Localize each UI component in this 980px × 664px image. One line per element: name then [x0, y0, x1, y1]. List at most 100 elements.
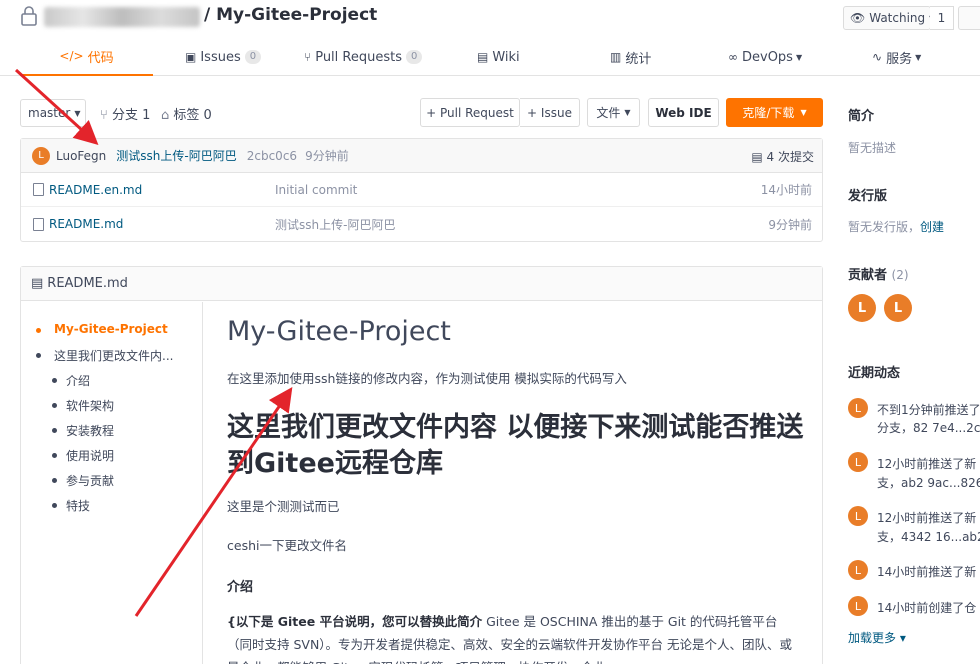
tab-stats[interactable]: ▥ 统计: [610, 38, 651, 76]
file-name[interactable]: README.md: [49, 217, 269, 231]
toc-item[interactable]: 介绍: [66, 372, 90, 389]
chevron-down-icon: ▼: [795, 52, 803, 62]
tab-wiki[interactable]: ▤ Wiki: [477, 38, 520, 76]
clone-download-button[interactable]: 克隆/下载 ▼: [726, 98, 823, 127]
readme-paragraph: {以下是 Gitee 平台说明，您可以替换此简介 Gitee 是 OSCHINA…: [227, 610, 799, 664]
watch-label: Watching: [869, 11, 926, 25]
avatar[interactable]: L: [884, 294, 912, 322]
eye-icon: 👁: [850, 11, 866, 25]
avatar[interactable]: L: [848, 560, 868, 580]
toc-item[interactable]: My-Gitee-Project: [54, 322, 168, 336]
toc-item[interactable]: 这里我们更改文件内...: [54, 347, 173, 364]
issues-icon: ▣: [185, 50, 197, 64]
file-name[interactable]: README.en.md: [49, 183, 269, 197]
file-icon: [33, 217, 44, 231]
tab-devops-label: DevOps: [742, 49, 793, 65]
tab-services[interactable]: ∿ 服务 ▼: [872, 38, 921, 76]
file-commit-message[interactable]: Initial commit: [275, 183, 357, 197]
new-pull-request-button[interactable]: + Pull Request: [420, 98, 520, 127]
release-empty-text: 暂无发行版，: [848, 220, 921, 234]
commit-count-link[interactable]: ▤ 4 次提交: [751, 148, 814, 165]
bullet-icon: [52, 478, 57, 483]
toc-item[interactable]: 特技: [66, 497, 90, 514]
file-row[interactable]: README.en.md Initial commit 14小时前: [21, 173, 822, 207]
repo-title[interactable]: / My-Gitee-Project: [204, 5, 377, 25]
watch-button[interactable]: 👁 Watching ▼: [843, 6, 935, 30]
activity-text[interactable]: 14小时前创建了仓: [877, 599, 976, 616]
tab-services-label: 服务: [886, 51, 913, 67]
contributors-label: 贡献者: [848, 268, 888, 283]
commit-message[interactable]: 测试ssh上传-阿巴阿巴: [116, 147, 236, 164]
readme-header: ▤ README.md: [21, 267, 822, 301]
lock-icon: [21, 6, 37, 26]
bullet-icon: [36, 353, 41, 358]
activity-text[interactable]: 支，ab2 9ac...826: [877, 474, 980, 491]
file-time: 9分钟前: [768, 217, 812, 232]
tab-code-label: 代码: [87, 50, 114, 66]
tab-issues[interactable]: ▣ Issues 0: [185, 38, 262, 76]
activity-text[interactable]: 分支，82 7e4...2c: [877, 419, 980, 436]
toc-item[interactable]: 使用说明: [66, 447, 114, 464]
tab-issues-label: Issues: [200, 49, 241, 65]
tab-pull-requests-label: Pull Requests: [315, 49, 402, 65]
tab-wiki-label: Wiki: [492, 49, 520, 65]
bullet-icon: [52, 453, 57, 458]
file-list: L LuoFegn 测试ssh上传-阿巴阿巴 2cbc0c6 9分钟前 ▤ 4 …: [20, 138, 823, 242]
commit-author[interactable]: LuoFegn: [56, 149, 106, 163]
branch-icon: ⑂: [100, 108, 108, 123]
repo-nav: </> 代码 ▣ Issues 0 ⑂ Pull Requests 0 ▤ Wi…: [0, 38, 980, 76]
tags-link[interactable]: ⌂ 标签 0: [161, 104, 212, 123]
branch-select[interactable]: master ▼: [20, 99, 86, 127]
intro-text: 暂无描述: [848, 141, 897, 155]
toc-item[interactable]: 参与贡献: [66, 472, 114, 489]
watch-count[interactable]: 1: [930, 6, 954, 30]
document-icon: ▤: [751, 150, 763, 164]
readme-heading: My-Gitee-Project: [227, 316, 451, 347]
readme-paragraph: 这里是个测测试而已: [227, 499, 340, 514]
branches-link[interactable]: ⑂ 分支 1: [100, 104, 150, 123]
avatar[interactable]: L: [848, 596, 868, 616]
new-issue-button[interactable]: + Issue: [520, 98, 580, 127]
activity-text[interactable]: 14小时前推送了新: [877, 563, 976, 580]
toc-item[interactable]: 软件架构: [66, 397, 114, 414]
web-ide-button[interactable]: Web IDE: [648, 98, 719, 127]
bullet-icon: [52, 503, 57, 508]
owner-name-blurred[interactable]: [44, 7, 200, 27]
chevron-down-icon: ▼: [915, 52, 922, 62]
commit-hash[interactable]: 2cbc0c6: [247, 149, 297, 163]
load-more-link[interactable]: 加载更多 ▾: [848, 629, 906, 646]
readme-paragraph: 在这里添加使用ssh链接的修改内容，作为测试使用 模拟实际的代码写入: [227, 371, 627, 386]
avatar[interactable]: L: [848, 398, 868, 418]
bullet-icon: [52, 428, 57, 433]
file-row[interactable]: README.md 测试ssh上传-阿巴阿巴 9分钟前: [21, 207, 822, 241]
issues-count-badge: 0: [244, 50, 262, 64]
intro-title: 简介: [848, 109, 875, 124]
toc-item[interactable]: 安装教程: [66, 422, 114, 439]
activity-text[interactable]: 12小时前推送了新: [877, 509, 976, 526]
branch-select-label: master: [28, 106, 71, 120]
star-button[interactable]: [958, 6, 980, 30]
avatar[interactable]: L: [32, 146, 50, 165]
bullet-icon: [52, 403, 57, 408]
activity-text[interactable]: 支，4342 16...ab2: [877, 528, 980, 545]
file-icon: [33, 183, 44, 196]
readme-subheading: 这里我们更改文件内容 以便接下来测试能否推送到Gitee远程仓库: [227, 412, 804, 479]
tab-devops[interactable]: ∞ DevOps ▼: [728, 38, 802, 76]
chevron-down-icon: ▼: [74, 108, 81, 118]
activity-text[interactable]: 不到1分钟前推送了: [877, 401, 980, 418]
bullet-icon: [52, 378, 57, 383]
tab-code[interactable]: </> 代码: [20, 38, 153, 76]
avatar[interactable]: L: [848, 506, 868, 526]
create-release-link[interactable]: 创建: [920, 220, 944, 234]
activity-title: 近期动态: [848, 366, 901, 381]
tab-stats-label: 统计: [625, 51, 652, 67]
activity-text[interactable]: 12小时前推送了新: [877, 455, 976, 472]
file-menu-button[interactable]: 文件 ▼: [587, 98, 640, 127]
avatar[interactable]: L: [848, 452, 868, 472]
readme-bold-text: {以下是 Gitee 平台说明，您可以替换此简介: [227, 614, 483, 629]
branches-label: 分支 1: [111, 108, 151, 123]
clone-download-label: 克隆/下载: [742, 106, 795, 120]
file-commit-message[interactable]: 测试ssh上传-阿巴阿巴: [275, 216, 395, 233]
tab-pull-requests[interactable]: ⑂ Pull Requests 0: [304, 38, 423, 76]
avatar[interactable]: L: [848, 294, 876, 322]
